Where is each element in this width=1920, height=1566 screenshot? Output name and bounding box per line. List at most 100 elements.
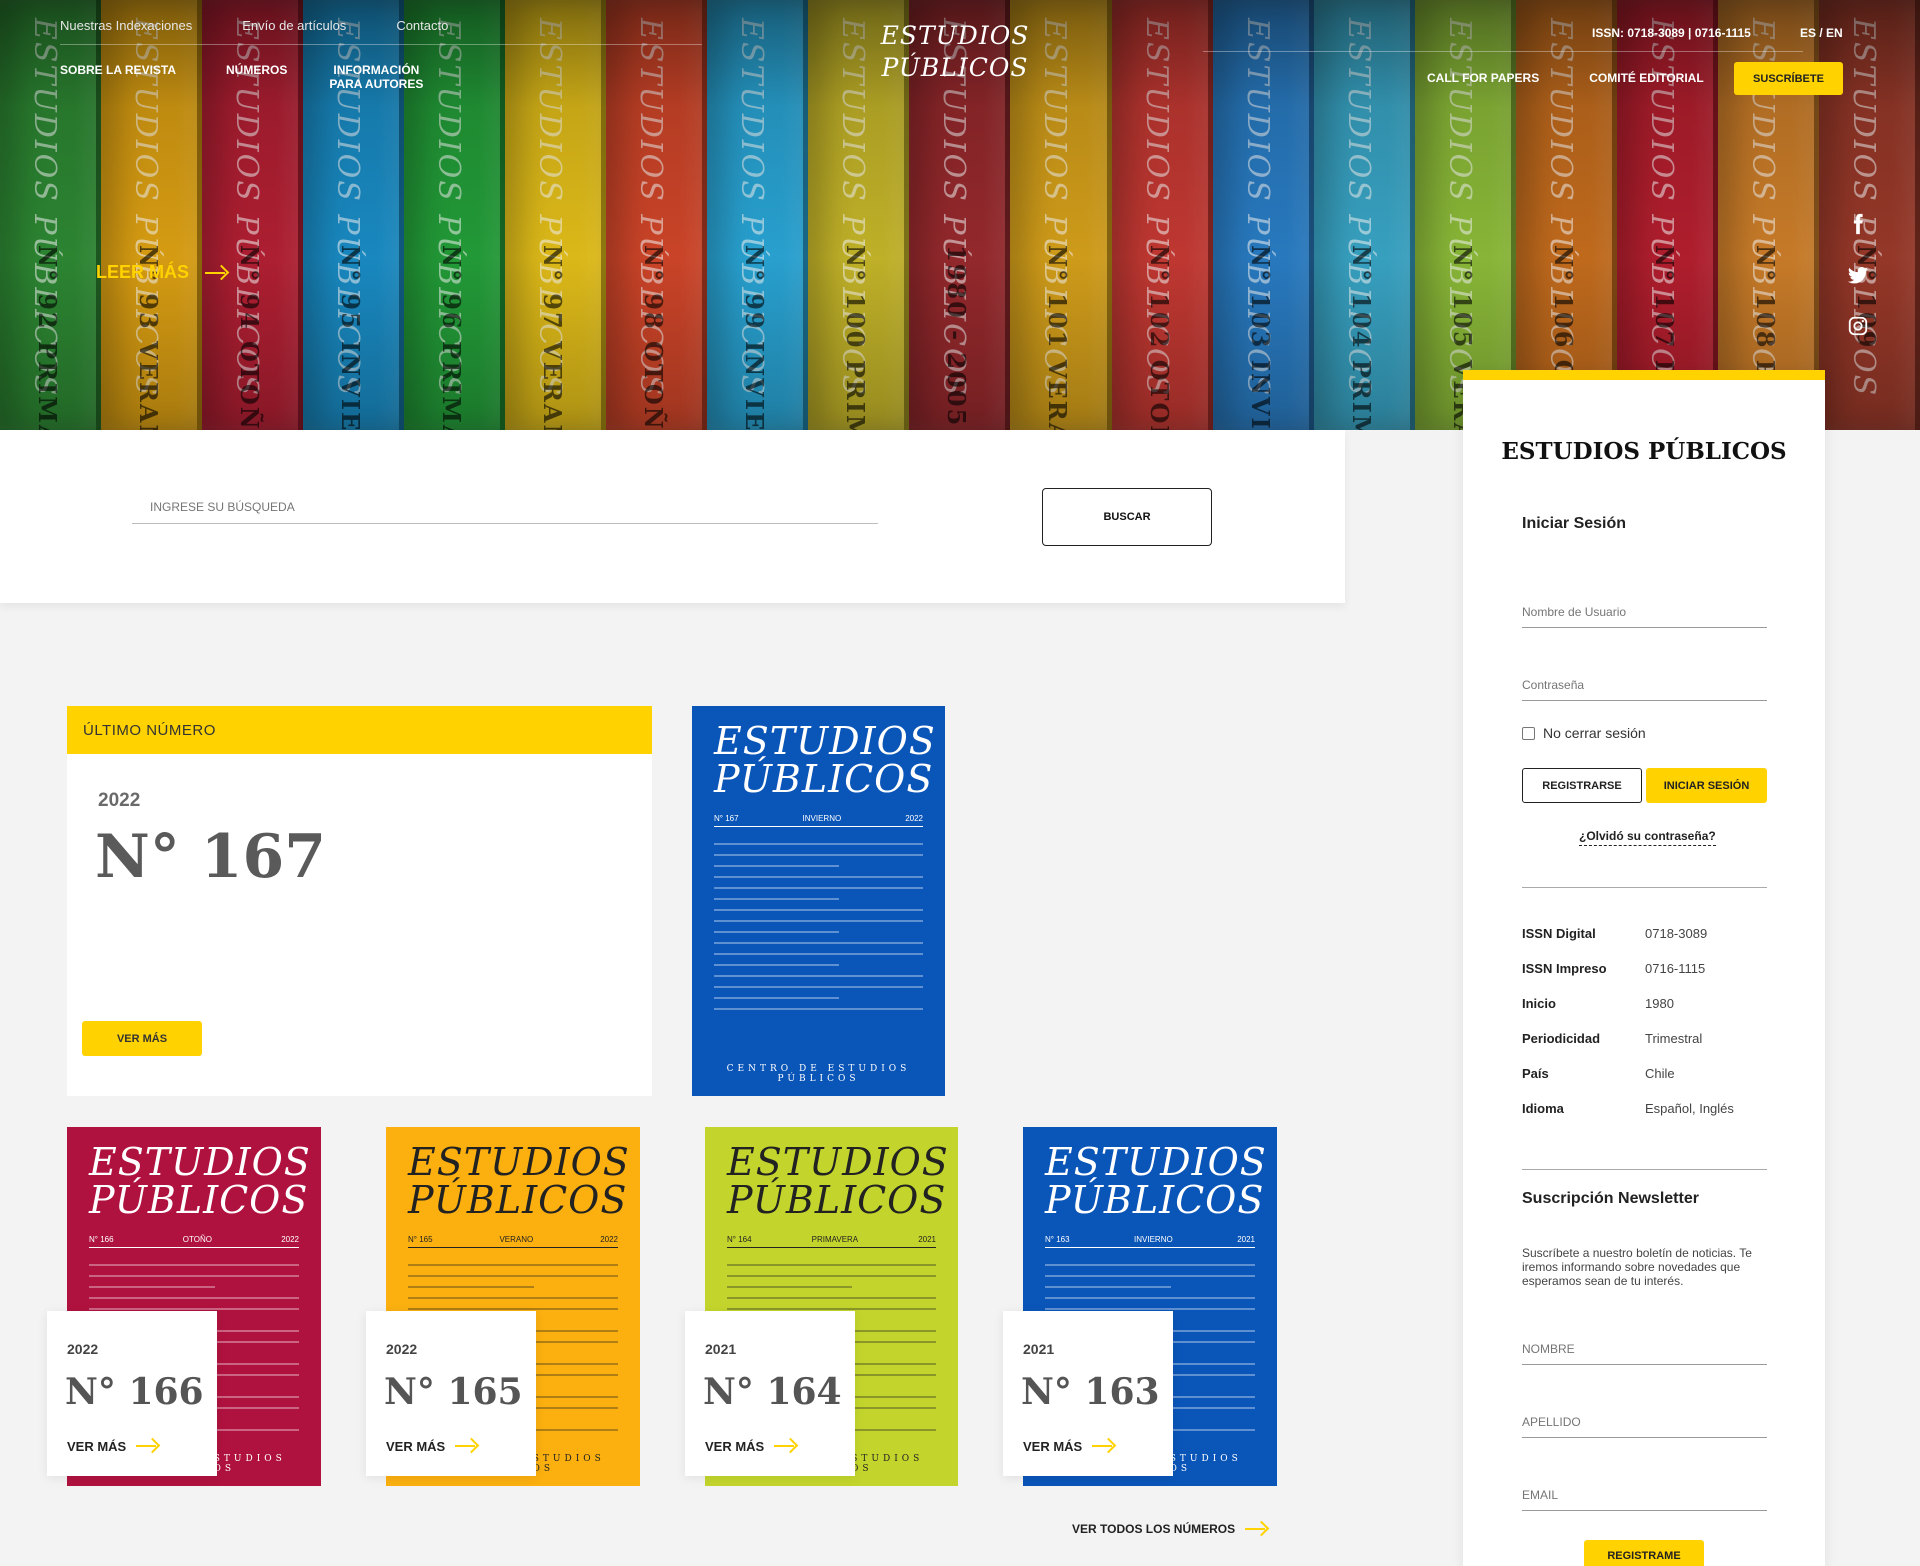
cover-content-line (408, 1264, 618, 1266)
cover-content-line (714, 964, 840, 966)
cover-title-line-1: ESTUDIOS (1045, 1140, 1267, 1184)
right-divider (1203, 51, 1803, 52)
info-key: País (1522, 1066, 1549, 1081)
newsletter-register-button[interactable]: REGISTRAME (1584, 1540, 1704, 1566)
cover-season: VERANO (499, 1235, 534, 1244)
nav-sobre-revista[interactable]: SOBRE LA REVISTA (60, 63, 176, 92)
cover-content-line (714, 898, 840, 900)
issue-year: 2022 (386, 1341, 418, 1357)
forgot-password-link[interactable]: ¿Olvidó su contraseña? (1579, 829, 1716, 846)
cover-content-line (714, 997, 840, 999)
issue-ver-mas-link[interactable]: VER MÁS (67, 1438, 160, 1454)
cover-title-line-1: ESTUDIOS (89, 1140, 311, 1184)
cover-title: ESTUDIOS PÚBLICOS (714, 722, 936, 798)
ver-mas-label: VER MÁS (705, 1438, 765, 1454)
newsletter-nombre-field[interactable] (1522, 1333, 1767, 1365)
username-field[interactable] (1522, 596, 1767, 628)
issue-year: 2021 (1023, 1341, 1055, 1357)
cover-content-line (89, 1275, 299, 1277)
cover-content-line (714, 975, 923, 977)
cover-content-line (727, 1297, 936, 1299)
cover-title-line-2: PÚBLICOS (89, 1178, 309, 1222)
arrow-right-icon (136, 1438, 160, 1454)
issue-ver-mas-link[interactable]: VER MÁS (1023, 1438, 1116, 1454)
password-field[interactable] (1522, 669, 1767, 701)
facebook-icon[interactable] (1847, 213, 1869, 235)
nav-indexaciones[interactable]: Nuestras Indexaciones (60, 18, 192, 33)
cover-content-line (408, 1275, 618, 1277)
cover-num: N° 167 (714, 814, 739, 823)
leer-mas-link[interactable]: LEER MÁS (96, 262, 229, 283)
journal-info: ISSN Digital 0718-3089 ISSN Impreso 0716-1… (1522, 926, 1772, 1136)
arrow-right-icon (455, 1438, 479, 1454)
ver-todos-label: VER TODOS LOS NÚMEROS (1072, 1522, 1236, 1536)
login-button[interactable]: INICIAR SESIÓN (1646, 768, 1767, 803)
nav-contacto[interactable]: Contacto (396, 18, 448, 33)
info-key: Inicio (1522, 996, 1556, 1011)
keep-session-label: No cerrar sesión (1543, 725, 1646, 741)
info-value: Español, Inglés (1645, 1101, 1734, 1116)
issue-ver-mas-link[interactable]: VER MÁS (386, 1438, 479, 1454)
search-button[interactable]: BUSCAR (1042, 488, 1212, 546)
twitter-icon[interactable] (1847, 264, 1869, 286)
cover-num: N° 163 (1045, 1235, 1070, 1244)
cover-title-line-1: ESTUDIOS (714, 719, 936, 763)
cover-title-line-2: PÚBLICOS (727, 1178, 947, 1222)
cover-num: N° 164 (727, 1235, 752, 1244)
cover-year: 2022 (281, 1235, 299, 1244)
arrow-right-icon (205, 265, 229, 281)
logo-line-1: ESTUDIOS (880, 21, 1030, 50)
issue-year: 2021 (705, 1341, 737, 1357)
issue-number: N° 165 (384, 1371, 523, 1413)
info-row: Idioma Español, Inglés (1522, 1101, 1772, 1136)
search-section: BUSCAR (0, 430, 1345, 603)
nav-numeros[interactable]: NÚMEROS (226, 63, 287, 92)
cover-content-line (714, 876, 923, 878)
ver-mas-label: VER MÁS (386, 1438, 446, 1454)
issue-ver-mas-link[interactable]: VER MÁS (705, 1438, 798, 1454)
subscribe-button[interactable]: SUSCRÍBETE (1734, 62, 1843, 95)
cover-content-line (89, 1308, 299, 1310)
instagram-icon[interactable] (1847, 315, 1869, 337)
issue-card-166: 2022 N° 166 VER MÁS (47, 1311, 217, 1476)
cover-title: ESTUDIOS PÚBLICOS (89, 1143, 311, 1219)
cover-content-line (727, 1275, 936, 1277)
info-row: Inicio 1980 (1522, 996, 1772, 1031)
register-button[interactable]: REGISTRARSE (1522, 768, 1642, 803)
cover-season: INVIERNO (802, 814, 842, 823)
language-switch[interactable]: ES / EN (1800, 26, 1843, 40)
newsletter-apellido-field[interactable] (1522, 1406, 1767, 1438)
sidebar-title: ESTUDIOS PÚBLICOS (1501, 438, 1787, 465)
issue-number: N° 164 (703, 1371, 842, 1413)
latest-issue-cover[interactable]: ESTUDIOS PÚBLICOS N° 167 INVIERNO 2022 CENTRO… (692, 706, 945, 1096)
cover-year: 2021 (918, 1235, 936, 1244)
cover-content-line (89, 1264, 299, 1266)
nav-info-autores[interactable]: INFORMACIÓN PARA AUTORES (317, 63, 435, 92)
cover-content-line (89, 1286, 215, 1288)
cover-content-line (714, 843, 923, 845)
ver-mas-label: VER MÁS (1023, 1438, 1083, 1454)
info-row: País Chile (1522, 1066, 1772, 1101)
cover-year: 2021 (1237, 1235, 1255, 1244)
cover-year: 2022 (905, 814, 923, 823)
site-logo[interactable]: ESTUDIOS PÚBLICOS (880, 20, 1030, 84)
nav-comite-editorial[interactable]: COMITÉ EDITORIAL (1589, 71, 1703, 85)
cover-year: 2022 (600, 1235, 618, 1244)
newsletter-heading: Suscripción Newsletter (1522, 1190, 1699, 1207)
keep-session-checkbox[interactable]: No cerrar sesión (1522, 725, 1646, 741)
cover-title-line-2: PÚBLICOS (1045, 1178, 1265, 1222)
nav-envio-articulos[interactable]: Envío de artículos (242, 18, 346, 33)
right-nav: CALL FOR PAPERS COMITÉ EDITORIAL (1427, 71, 1704, 85)
nav-call-for-papers[interactable]: CALL FOR PAPERS (1427, 71, 1539, 85)
ver-todos-link[interactable]: VER TODOS LOS NÚMEROS (1072, 1521, 1269, 1537)
issue-year: 2022 (67, 1341, 99, 1357)
search-input[interactable] (132, 490, 878, 524)
checkbox-box[interactable] (1522, 726, 1535, 740)
sidebar: ESTUDIOS PÚBLICOS Iniciar Sesión No cerr… (1463, 370, 1825, 1566)
cover-meta: N° 163 INVIERNO 2021 (1045, 1235, 1255, 1248)
latest-ver-mas-button[interactable]: VER MÁS (82, 1021, 202, 1056)
info-key: Periodicidad (1522, 1031, 1601, 1046)
cover-content-line (1045, 1297, 1255, 1299)
info-row: ISSN Digital 0718-3089 (1522, 926, 1772, 961)
newsletter-email-field[interactable] (1522, 1479, 1767, 1511)
